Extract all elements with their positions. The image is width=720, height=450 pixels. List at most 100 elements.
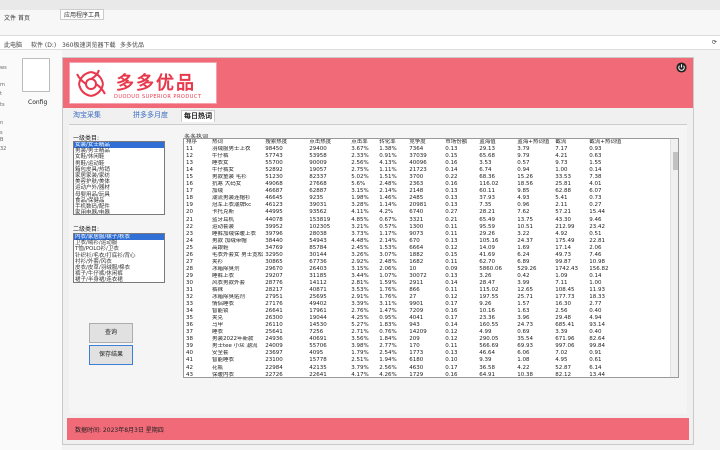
power-icon[interactable] [676, 62, 687, 73]
ribbon-tab-app-tools[interactable]: 应用程序工具 [60, 9, 105, 20]
table-cell: 6.74 [479, 167, 492, 174]
cat1-listbox[interactable]: 女装/女士精品 男装/男士精品 女鞋/休闲鞋 男鞋/运动鞋 箱包皮具/热销 家居家装/家纺… [73, 141, 165, 215]
table-cell: 睡裤加绒保暖上衣 [212, 230, 257, 237]
table-row[interactable]: 23 睡裤加绒保暖上衣 39796 28038 3.73% 1.17% 9073 0.11 29… [184, 231, 625, 238]
table-row[interactable]: 17 加绒 46687 62887 3.15% 2.14% 2148 0.13 60.11 9.8… [184, 188, 625, 195]
hotwords-table[interactable]: 排序 热词 搜索热度 点击热度 点击率 转化率 竞争度 市场份额 蓝海值 蓝海+热词值 截流 截流+热… [183, 138, 679, 378]
table-cell: 0.13 [445, 202, 458, 209]
table-cell: 0.12 [445, 336, 458, 343]
tab-taobao-collect[interactable]: 淘宝采集 [71, 110, 103, 122]
cat2-listbox[interactable]: 内衣/家居服/袜子/秋衣 卫衣/绒衫/运动服 T恤/POLO衫/卫衣 针织衫/毛衣/打… [73, 233, 165, 283]
table-cell: 29207 [265, 272, 283, 279]
cat2-list-item[interactable]: 裙子/半身裙/连衣裙 [74, 277, 164, 282]
table-scrollbar[interactable] [670, 139, 678, 377]
table-cell: 21 [186, 216, 193, 223]
table-cell: 28776 [265, 279, 283, 286]
config-file-icon[interactable] [22, 58, 50, 92]
address-bar[interactable]: 此电脑 软件 (D:) 360极速浏览器下载 多多优品 ⟳ [0, 36, 720, 50]
table-row[interactable]: 32 冰箱除臭贴剂 27951 25695 2.91% 1.76% 27 0.12 197.55… [184, 294, 625, 301]
breadcrumb-download[interactable]: 360极速浏览器下载 [62, 40, 115, 49]
table-row[interactable]: 29 睡裤上衣 29207 31185 3.44% 1.07% 30072 0.13 3.26 0… [184, 273, 625, 280]
table-cell: 40096 [409, 160, 427, 167]
ribbon-tab-home[interactable]: 首页 [18, 13, 30, 22]
column-header[interactable]: 热词 [210, 139, 263, 146]
table-row[interactable]: 15 男款童装 毛衫 51230 82337 5.02% 1.51% 3700 0.22 68.… [184, 174, 625, 181]
column-header[interactable]: 点击热度 [307, 139, 349, 146]
column-header[interactable]: 截流+热词值 [587, 139, 625, 146]
table-row[interactable]: 14 牛仔裤女 52892 19057 2.75% 1.11% 21723 0.14 6.74 0… [184, 167, 625, 174]
table-cell: 2.48% [379, 181, 397, 188]
table-row[interactable]: 31 裤袜 28217 40871 3.53% 1.76% 866 0.11 115.02 12.… [184, 287, 625, 294]
column-header[interactable]: 蓝海值 [477, 139, 515, 146]
table-cell: 10.51 [517, 223, 533, 230]
refresh-icon[interactable]: ⟳ [712, 39, 717, 46]
table-cell: 1.08 [517, 357, 530, 364]
breadcrumb-this-pc[interactable]: 此电脑 [4, 40, 22, 49]
table-cell: 2.54% [379, 350, 397, 357]
table-cell: 0.13 [445, 272, 458, 279]
table-row[interactable]: 19 冠军上衣潮牌kc 46123 39031 3.28% 1.14% 20981 0.13 7… [184, 202, 625, 209]
breadcrumb-app-folder[interactable]: 多多优品 [120, 40, 144, 49]
table-row[interactable]: 39 男士tee 小众 潮流 24009 55706 3.98% 2.77% 170 0.11… [184, 343, 625, 350]
table-cell: 28 [186, 265, 193, 272]
table-cell: 9235 [309, 195, 324, 202]
scrollbar-thumb[interactable] [673, 152, 678, 170]
table-row[interactable]: 22 运动套装 39952 102305 3.21% 0.57% 1300 0.11 95.59… [184, 224, 625, 231]
table-row[interactable]: 42 花瓶 22984 42135 3.79% 2.56% 4630 0.17 36.58 4.2… [184, 365, 625, 372]
table-row[interactable]: 33 情侣睡衣 27176 49402 3.39% 3.11% 9901 0.17 9.26 1.… [184, 301, 625, 308]
table-row[interactable]: 28 冰箱除臭剂 29670 26403 3.15% 2.06% 10 0.09 5860.06… [184, 266, 625, 273]
table-row[interactable]: 21 蓝牙耳机 44078 153819 4.85% 0.67% 3321 0.21 65.49… [184, 217, 625, 224]
table-row[interactable]: 11 羽绒服男士上衣 98450 29400 3.67% 1.38% 7364 0.13 29.… [184, 146, 625, 153]
tab-pdd-monthly[interactable]: 拼多多月度 [131, 110, 170, 122]
table-row[interactable]: 35 夹克 26300 19044 4.25% 0.95% 4041 0.17 23.36 3.9… [184, 315, 625, 322]
table-row[interactable]: 38 男装2022年新款 24936 40691 3.56% 1.84% 209 0.12 29… [184, 336, 625, 343]
ribbon-tab-file[interactable]: 文件 [4, 13, 16, 22]
breadcrumb-drive[interactable]: 软件 (D:) [31, 40, 56, 49]
tab-daily-hotwords[interactable]: 每日热词 [181, 110, 215, 122]
table-cell: 14530 [309, 322, 327, 329]
column-header[interactable]: 搜索热度 [263, 139, 307, 146]
table-row[interactable]: 41 智能睡衣 23100 15778 2.51% 1.94% 6180 0.10 9.39 1.… [184, 357, 625, 364]
table-cell: 2.51% [351, 357, 369, 364]
table-row[interactable]: 18 潮流男装连帽衫 46645 9235 1.98% 1.46% 2485 0.13 37.9… [184, 195, 625, 202]
save-button[interactable]: 保存结果 [89, 345, 133, 365]
table-row[interactable]: 37 睡衣 25641 7256 2.71% 0.76% 14209 0.12 4.99 0.69… [184, 329, 625, 336]
table-cell: 1.14% [379, 202, 397, 209]
config-file-label[interactable]: Config [28, 99, 47, 106]
column-header[interactable]: 截流 [553, 139, 587, 146]
table-row[interactable]: 12 牛仔裤 57743 53958 2.33% 0.91% 37039 0.15 65.68 9… [184, 153, 625, 160]
table-row[interactable]: 20 卡托克斯 44995 93562 4.11% 4.2% 6740 0.27 28.21 7.… [184, 209, 625, 216]
column-header[interactable]: 排序 [184, 139, 210, 146]
table-row[interactable]: 25 高跟鞋 34769 85784 2.45% 1.53% 6664 0.12 14.09 1.… [184, 245, 625, 252]
table-cell: 加绒 [212, 188, 224, 195]
table-row[interactable]: 26 毛衣外套女 男士宽松 32950 30144 3.26% 3.07% 1882 0.15… [184, 252, 625, 259]
query-button[interactable]: 查询 [89, 323, 133, 343]
table-cell: 0.14 [445, 279, 458, 286]
table-cell: 40 [186, 350, 193, 357]
table-cell: 57743 [265, 153, 283, 160]
column-header[interactable]: 点击率 [349, 139, 377, 146]
table-row[interactable]: 34 智能锁 26641 17961 2.76% 1.47% 7209 0.16 10.16 1.… [184, 308, 625, 315]
table-row[interactable]: 36 马甲 26110 14530 5.27% 1.83% 943 0.14 160.55 24.… [184, 322, 625, 329]
column-header[interactable]: 转化率 [377, 139, 407, 146]
table-row[interactable]: 40 安全套 23697 4095 1.79% 2.54% 1773 0.13 46.64 6.0… [184, 350, 625, 357]
brand-name: 多多优品 [116, 73, 196, 94]
column-header[interactable]: 竞争度 [407, 139, 443, 146]
table-cell: 0.16 [445, 371, 458, 378]
table-cell: 22641 [309, 371, 327, 378]
table-row[interactable]: 16 抗寒 大码女 49068 27668 5.6% 2.48% 2363 0.16 116.0… [184, 181, 625, 188]
column-header[interactable]: 蓝海+热词值 [515, 139, 553, 146]
table-row[interactable]: 30 风衣男款外套 28776 14112 2.81% 1.59% 2911 0.14 28.4… [184, 280, 625, 287]
cat1-list-item[interactable]: 家用电器/电器 [74, 210, 164, 214]
table-row[interactable]: 24 男款 加绒带帽 38440 54943 4.48% 2.14% 670 0.13 105.… [184, 238, 625, 245]
table-cell: 6.07 [589, 188, 602, 195]
table-row[interactable]: 13 睡衣女 55700 90009 2.56% 4.13% 40096 0.16 3.53 0.… [184, 160, 625, 167]
column-header[interactable]: 市场份额 [443, 139, 477, 146]
swirl-logo-icon [76, 69, 106, 97]
table-cell: 3.98% [351, 343, 369, 350]
table-cell: 1.46% [379, 195, 397, 202]
table-cell: 0.13 [445, 350, 458, 357]
table-cell: 25 [186, 244, 193, 251]
table-row[interactable]: 27 夹衫 30865 67736 2.92% 2.48% 1682 0.11 62.70 6.8… [184, 259, 625, 266]
table-row[interactable]: 43 保暖内衣 22726 22641 4.17% 4.26% 1729 0.16 64.91 1… [184, 371, 625, 378]
